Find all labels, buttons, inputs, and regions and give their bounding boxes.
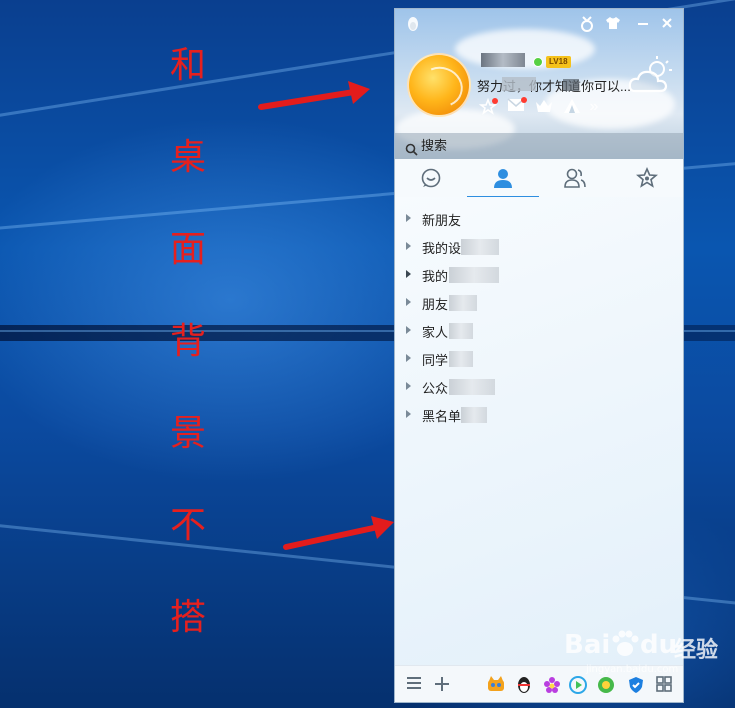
pixelated-mosaic	[449, 295, 477, 311]
annotation-char: 背	[169, 321, 206, 362]
group-row-classmates[interactable]: 同学	[395, 346, 683, 372]
contact-group-list: 新朋友 我的设 我的 朋友 家人 同学 公众 黑名单	[395, 197, 683, 665]
pixelated-mosaic	[461, 239, 499, 255]
close-icon[interactable]	[659, 16, 675, 32]
red-arrow-icon	[283, 516, 394, 550]
app-grid-icon[interactable]	[655, 676, 673, 694]
annotation-char: 不	[169, 505, 206, 546]
group-label: 我的	[422, 269, 449, 284]
annotation-char: 景	[169, 413, 206, 454]
chat-bubble-icon	[421, 168, 441, 188]
group-row-my[interactable]: 我的	[395, 262, 683, 288]
security-shield-icon[interactable]	[627, 676, 645, 694]
expand-arrow-icon	[406, 382, 411, 390]
tab-favorites[interactable]	[611, 159, 683, 197]
signature-text[interactable]: 努力过，你才知道你可以...	[477, 76, 631, 95]
signature-mosaic	[563, 79, 579, 91]
main-menu-icon[interactable]	[405, 676, 423, 694]
star-outline-icon	[636, 167, 658, 188]
game-cat-icon[interactable]	[487, 676, 505, 694]
group-label: 新朋友	[422, 213, 462, 228]
avatar-swirl	[413, 60, 469, 114]
pixelated-mosaic	[449, 351, 473, 367]
signature-mosaic	[502, 77, 536, 91]
green-ball-icon[interactable]	[597, 676, 615, 694]
search-icon	[405, 139, 418, 159]
group-label: 公众	[422, 381, 449, 396]
group-row-public[interactable]: 公众	[395, 374, 683, 400]
expand-arrow-icon	[406, 354, 411, 362]
watermark-product: 经验	[674, 638, 719, 663]
minimize-icon[interactable]	[635, 16, 651, 32]
tent-icon[interactable]	[563, 98, 581, 116]
video-play-icon[interactable]	[569, 676, 587, 694]
contact-person-icon	[494, 169, 512, 188]
group-row-family[interactable]: 家人	[395, 318, 683, 344]
notification-dot	[521, 97, 527, 103]
level-badge[interactable]: LV18	[546, 56, 571, 68]
watermark-url: jingyan.baidu.com	[586, 664, 679, 675]
weather-icon[interactable]	[627, 55, 675, 95]
tab-contacts[interactable]	[467, 159, 539, 198]
tab-groups[interactable]	[539, 159, 611, 197]
expand-arrow-icon	[406, 242, 411, 250]
annotation-char: 桌	[169, 137, 206, 178]
online-status-icon[interactable]	[533, 57, 543, 67]
avatar[interactable]	[407, 53, 471, 117]
pixelated-mosaic	[449, 379, 495, 395]
pixelated-mosaic	[449, 323, 473, 339]
annotation-char: 搭	[169, 597, 206, 638]
main-tabs	[395, 159, 683, 198]
add-plus-icon[interactable]	[433, 676, 451, 694]
group-row-blacklist[interactable]: 黑名单	[395, 402, 683, 428]
nickname-mosaic	[481, 53, 525, 67]
expand-arrow-icon	[406, 298, 411, 306]
annotation-char: 和	[169, 45, 206, 86]
expand-arrow-icon	[406, 326, 411, 334]
expand-arrow-icon	[406, 410, 411, 418]
expand-arrow-icon	[406, 270, 411, 278]
group-row-friends[interactable]: 朋友	[395, 290, 683, 316]
pixelated-mosaic	[461, 407, 487, 423]
pixelated-mosaic	[449, 267, 499, 283]
baidu-jingyan-watermark: Bai du 经验 jingyan.baidu.com	[560, 628, 730, 678]
red-arrow-icon	[258, 81, 370, 110]
more-chevron-icon[interactable]: »	[585, 98, 603, 116]
notification-dot	[492, 98, 498, 104]
group-label: 家人	[422, 325, 449, 340]
expand-arrow-icon	[406, 214, 411, 222]
qq-penguin-app-icon[interactable]	[515, 676, 533, 694]
watermark-brand-suffix: du	[640, 630, 678, 660]
header-cloud	[455, 29, 595, 69]
profile-header: LV18 努力过，你才知道你可以... » 搜索	[395, 9, 683, 159]
tab-chats[interactable]	[395, 159, 467, 197]
group-row-new-friends[interactable]: 新朋友	[395, 206, 683, 232]
flower-icon[interactable]	[543, 676, 561, 694]
search-placeholder: 搜索	[421, 138, 448, 153]
group-label: 朋友	[422, 297, 449, 312]
paw-icon	[612, 630, 639, 656]
annotation-char: 面	[169, 229, 206, 270]
group-label: 我的设	[422, 241, 462, 256]
search-bar[interactable]: 搜索	[395, 133, 683, 159]
qq-penguin-icon	[405, 16, 421, 32]
skin-shirt-icon[interactable]	[605, 16, 621, 32]
group-people-icon	[564, 168, 586, 188]
qq-main-panel: LV18 努力过，你才知道你可以... » 搜索 新朋友 我的设 我的 朋友 家…	[394, 8, 684, 703]
group-row-my-devices[interactable]: 我的设	[395, 234, 683, 260]
group-label: 同学	[422, 353, 449, 368]
medal-icon[interactable]	[579, 16, 595, 32]
crown-icon[interactable]	[535, 98, 553, 116]
watermark-brand: Bai	[564, 630, 611, 660]
group-label: 黑名单	[422, 409, 462, 424]
